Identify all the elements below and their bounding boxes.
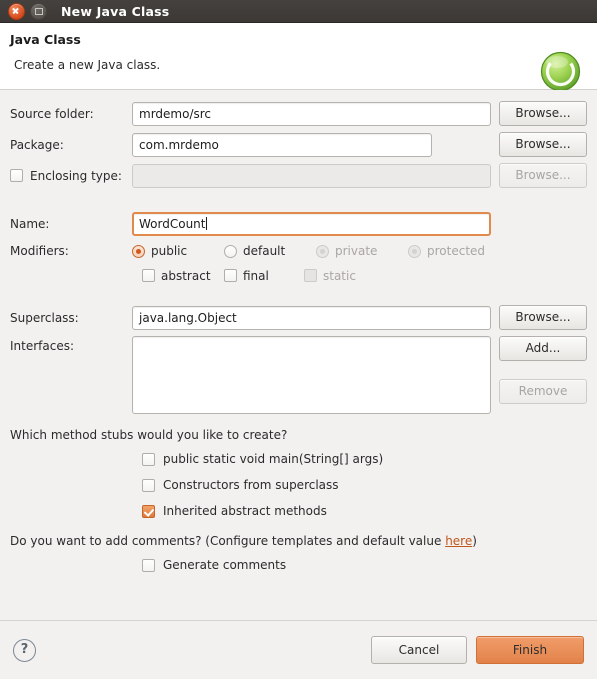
dialog-body: Source folder: mrdemo/src Browse... Pack… (0, 90, 597, 620)
interfaces-row: Interfaces: Add... Remove (10, 336, 587, 414)
stub-main-method-label: public static void main(String[] args) (163, 452, 384, 466)
cancel-button[interactable]: Cancel (371, 636, 467, 664)
checkbox-final-icon (224, 269, 237, 282)
checkbox-final-label: final (243, 268, 269, 283)
radio-protected-label: protected (427, 244, 486, 258)
modifier-radio-protected: protected (408, 244, 485, 258)
comments-question: Do you want to add comments? (Configure … (10, 534, 587, 548)
modifier-radio-default[interactable]: default (224, 244, 316, 258)
configure-templates-link[interactable]: here (445, 534, 472, 548)
comments-question-suffix: ) (472, 534, 477, 548)
stub-constructors-label: Constructors from superclass (163, 478, 339, 492)
interfaces-add-button[interactable]: Add... (499, 336, 587, 361)
superclass-input[interactable]: java.lang.Object (132, 305, 491, 330)
enclosing-type-row: Enclosing type: Browse... (10, 160, 587, 191)
checkbox-constructors-icon (142, 478, 155, 492)
modifiers-row: Modifiers: public default private protec… (10, 239, 587, 263)
enclosing-type-browse-button: Browse... (499, 163, 587, 188)
finish-button[interactable]: Finish (476, 636, 584, 664)
radio-private-label: private (335, 244, 378, 258)
source-folder-browse-button[interactable]: Browse... (499, 101, 587, 126)
source-folder-row: Source folder: mrdemo/src Browse... (10, 98, 587, 129)
interfaces-list[interactable] (132, 336, 491, 414)
checkbox-generate-comments-icon (142, 558, 155, 572)
package-row: Package: com.mrdemo Browse... (10, 129, 587, 160)
checkbox-abstract-icon (142, 269, 155, 282)
radio-protected-icon (408, 244, 421, 258)
stub-main-method[interactable]: public static void main(String[] args) (10, 446, 587, 472)
superclass-browse-button[interactable]: Browse... (499, 305, 587, 330)
stub-inherited-abstract[interactable]: Inherited abstract methods (10, 498, 587, 524)
radio-default-label: default (243, 244, 286, 258)
java-class-icon (540, 51, 581, 92)
package-browse-button[interactable]: Browse... (499, 132, 587, 157)
stub-constructors[interactable]: Constructors from superclass (10, 472, 587, 498)
checkbox-abstract-label: abstract (161, 268, 211, 283)
close-icon[interactable] (8, 2, 25, 20)
enclosing-type-label-group: Enclosing type: (10, 169, 132, 183)
help-icon[interactable]: ? (13, 638, 36, 662)
comments-question-prefix: Do you want to add comments? (Configure … (10, 534, 446, 548)
checkbox-static-label: static (323, 268, 356, 283)
window-title: New Java Class (61, 3, 170, 19)
interfaces-label: Interfaces: (10, 339, 75, 353)
page-title: Java Class (10, 32, 81, 47)
stub-inherited-abstract-label: Inherited abstract methods (163, 504, 327, 518)
enclosing-type-label: Enclosing type: (30, 168, 122, 183)
radio-public-label: public (151, 244, 188, 258)
page-subtitle: Create a new Java class. (14, 58, 161, 72)
modifier-checkbox-static: static (304, 269, 356, 283)
name-label: Name: (10, 216, 50, 231)
interfaces-remove-button: Remove (499, 379, 587, 404)
name-input[interactable]: WordCount (132, 211, 491, 236)
superclass-row: Superclass: java.lang.Object Browse... (10, 302, 587, 333)
checkbox-inherited-abstract-icon (142, 504, 155, 518)
method-stubs-question: Which method stubs would you like to cre… (10, 428, 288, 442)
source-folder-label: Source folder: (10, 106, 94, 121)
title-bar: New Java Class (0, 0, 597, 23)
modifier-checkbox-row: abstract final static (10, 263, 587, 288)
modifier-checkbox-abstract[interactable]: abstract (142, 269, 224, 283)
enclosing-type-input (132, 163, 491, 188)
radio-public-icon (132, 244, 145, 258)
modifiers-label: Modifiers: (10, 244, 69, 258)
enclosing-type-checkbox[interactable] (10, 169, 23, 182)
dialog-footer: ? Cancel Finish (0, 620, 597, 679)
new-java-class-dialog: New Java Class Java Class Create a new J… (0, 0, 597, 679)
modifier-radio-private: private (316, 244, 408, 258)
modifier-radio-public[interactable]: public (132, 244, 224, 258)
package-input[interactable]: com.mrdemo (132, 132, 432, 157)
superclass-label: Superclass: (10, 310, 79, 325)
interfaces-buttons: Add... Remove (499, 336, 587, 404)
footer-buttons: Cancel Finish (371, 636, 584, 664)
radio-private-icon (316, 244, 329, 258)
package-label: Package: (10, 137, 64, 152)
minimize-icon[interactable] (30, 2, 47, 20)
checkbox-static-icon (304, 269, 317, 282)
radio-default-icon (224, 244, 237, 258)
name-input-value: WordCount (139, 216, 206, 231)
text-caret (206, 216, 208, 230)
modifier-checkbox-final[interactable]: final (224, 269, 304, 283)
generate-comments-option[interactable]: Generate comments (10, 552, 587, 578)
source-folder-input[interactable]: mrdemo/src (132, 101, 491, 126)
generate-comments-label: Generate comments (163, 558, 287, 572)
checkbox-main-method-icon (142, 452, 155, 466)
name-row: Name: WordCount (10, 208, 587, 239)
dialog-header: Java Class Create a new Java class. (0, 23, 597, 92)
